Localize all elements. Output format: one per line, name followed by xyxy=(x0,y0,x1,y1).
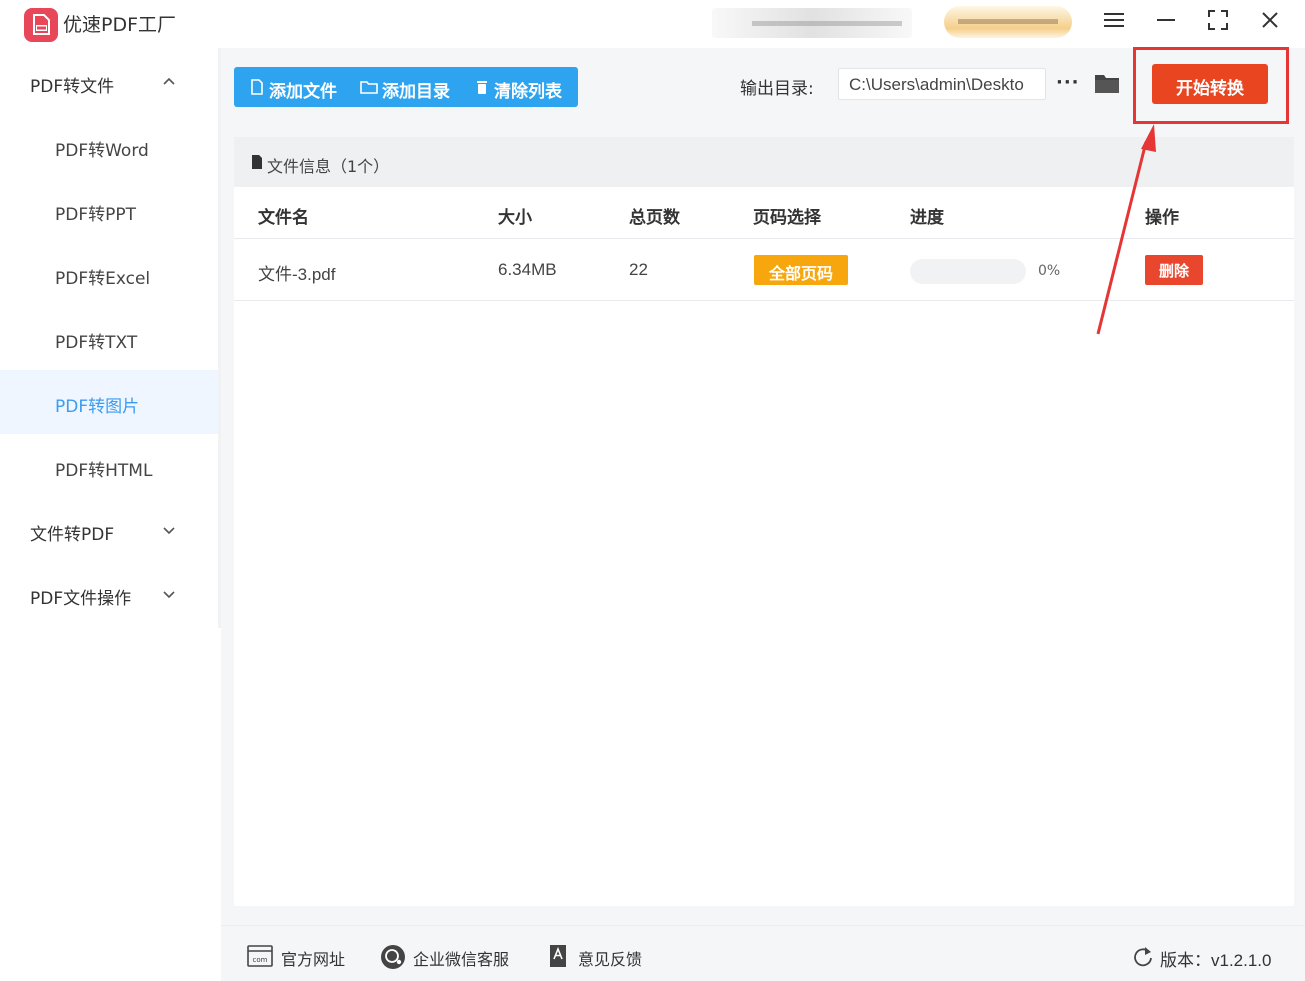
chevron-down-icon xyxy=(163,591,175,599)
feedback-icon xyxy=(550,945,566,967)
column-header-progress: 进度 xyxy=(910,208,944,228)
sidebar-group-pdf-operations[interactable]: PDF文件操作 xyxy=(0,562,218,626)
official-website-label: 官方网址 xyxy=(281,950,346,969)
folder-icon[interactable] xyxy=(1094,72,1120,94)
add-file-label: 添加文件 xyxy=(269,82,337,102)
sidebar-group-label: PDF文件操作 xyxy=(30,589,132,609)
sidebar-item-label: PDF转TXT xyxy=(55,333,138,353)
table-header: 文件名 大小 总页数 页码选择 进度 操作 xyxy=(234,187,1294,239)
sidebar-item-pdf-to-excel[interactable]: PDF转Excel xyxy=(0,242,218,306)
file-toolbar: 添加文件 添加目录 清除列表 xyxy=(234,67,578,107)
sidebar-group-file-to-pdf[interactable]: 文件转PDF xyxy=(0,498,218,562)
file-name: 文件-3.pdf xyxy=(258,265,336,284)
column-header-pages: 总页数 xyxy=(629,208,680,228)
minimize-icon xyxy=(1157,19,1175,21)
file-page-count: 22 xyxy=(629,260,648,279)
file-info-title: 文件信息（1个） xyxy=(267,157,390,176)
sidebar-item-pdf-to-word[interactable]: PDF转Word xyxy=(0,114,218,178)
version-label: 版本：v1.2.1.0 xyxy=(1160,951,1272,970)
column-header-size: 大小 xyxy=(498,208,532,228)
wechat-service-label: 企业微信客服 xyxy=(413,950,510,969)
column-header-name: 文件名 xyxy=(258,208,309,228)
add-file-button[interactable]: 添加文件 xyxy=(242,67,352,107)
sidebar-item-label: PDF转图片 xyxy=(55,397,140,417)
sidebar-group-label: PDF转文件 xyxy=(30,77,115,97)
output-directory-field[interactable]: C:\Users\admin\Deskto xyxy=(838,68,1046,100)
annotation-highlight-box xyxy=(1133,47,1289,124)
column-header-action: 操作 xyxy=(1145,208,1179,228)
blurred-promo-badge[interactable] xyxy=(944,6,1072,38)
svg-text:com: com xyxy=(253,956,268,964)
page-select-button[interactable]: 全部页码 xyxy=(754,255,848,285)
maximize-icon xyxy=(1208,10,1228,30)
column-header-page-select: 页码选择 xyxy=(753,208,821,228)
app-logo-icon xyxy=(24,8,58,42)
sidebar: PDF转文件 PDF转Word PDF转PPT PDF转Excel PDF转TX… xyxy=(0,48,221,628)
file-icon xyxy=(251,79,263,95)
footer-bar: com 官方网址 企业微信客服 意见反馈 版本：v1.2.1.0 xyxy=(221,925,1305,981)
folder-outline-icon xyxy=(360,81,378,94)
add-directory-button[interactable]: 添加目录 xyxy=(356,67,466,107)
file-list-panel: 文件信息（1个） 文件名 大小 总页数 页码选择 进度 操作 文件-3.pdf … xyxy=(234,137,1294,906)
table-row: 文件-3.pdf 6.34MB 22 全部页码 0% 删除 xyxy=(234,239,1294,301)
trash-icon xyxy=(477,81,487,94)
file-info-header: 文件信息（1个） xyxy=(234,137,1294,187)
title-bar: 优速PDF工厂 xyxy=(0,0,1305,48)
clear-list-label: 清除列表 xyxy=(494,82,562,102)
output-directory-label: 输出目录: xyxy=(740,79,814,99)
sidebar-item-pdf-to-image[interactable]: PDF转图片 xyxy=(0,370,221,434)
sidebar-group-label: 文件转PDF xyxy=(30,525,115,545)
app-title: 优速PDF工厂 xyxy=(63,14,177,36)
maximize-button[interactable] xyxy=(1200,6,1236,36)
menu-icon xyxy=(1104,13,1124,27)
sidebar-item-label: PDF转Word xyxy=(55,141,149,161)
close-icon xyxy=(1262,12,1278,28)
sidebar-group-pdf-to-file[interactable]: PDF转文件 xyxy=(0,50,218,114)
sidebar-item-pdf-to-ppt[interactable]: PDF转PPT xyxy=(0,178,218,242)
website-icon: com xyxy=(247,945,273,967)
refresh-icon xyxy=(1134,947,1152,967)
delete-button[interactable]: 删除 xyxy=(1145,255,1203,285)
more-icon[interactable]: ··· xyxy=(1056,72,1080,93)
sidebar-item-label: PDF转Excel xyxy=(55,269,151,289)
blurred-header-area xyxy=(712,8,912,38)
sidebar-item-pdf-to-html[interactable]: PDF转HTML xyxy=(0,434,218,498)
menu-button[interactable] xyxy=(1096,6,1132,36)
file-size: 6.34MB xyxy=(498,260,557,279)
chevron-up-icon xyxy=(163,77,175,85)
progress-percent: 0% xyxy=(1038,263,1061,279)
add-directory-label: 添加目录 xyxy=(382,82,450,102)
progress-bar xyxy=(910,259,1026,284)
sidebar-divider xyxy=(218,48,221,628)
sidebar-item-label: PDF转PPT xyxy=(55,205,137,225)
minimize-button[interactable] xyxy=(1148,6,1184,36)
sidebar-item-label: PDF转HTML xyxy=(55,461,153,481)
close-button[interactable] xyxy=(1252,6,1288,36)
feedback-label: 意见反馈 xyxy=(578,950,643,969)
sidebar-item-pdf-to-txt[interactable]: PDF转TXT xyxy=(0,306,218,370)
clear-list-button[interactable]: 清除列表 xyxy=(472,67,572,107)
document-icon xyxy=(252,155,262,169)
chevron-down-icon xyxy=(163,527,175,535)
wechat-icon xyxy=(381,945,405,969)
